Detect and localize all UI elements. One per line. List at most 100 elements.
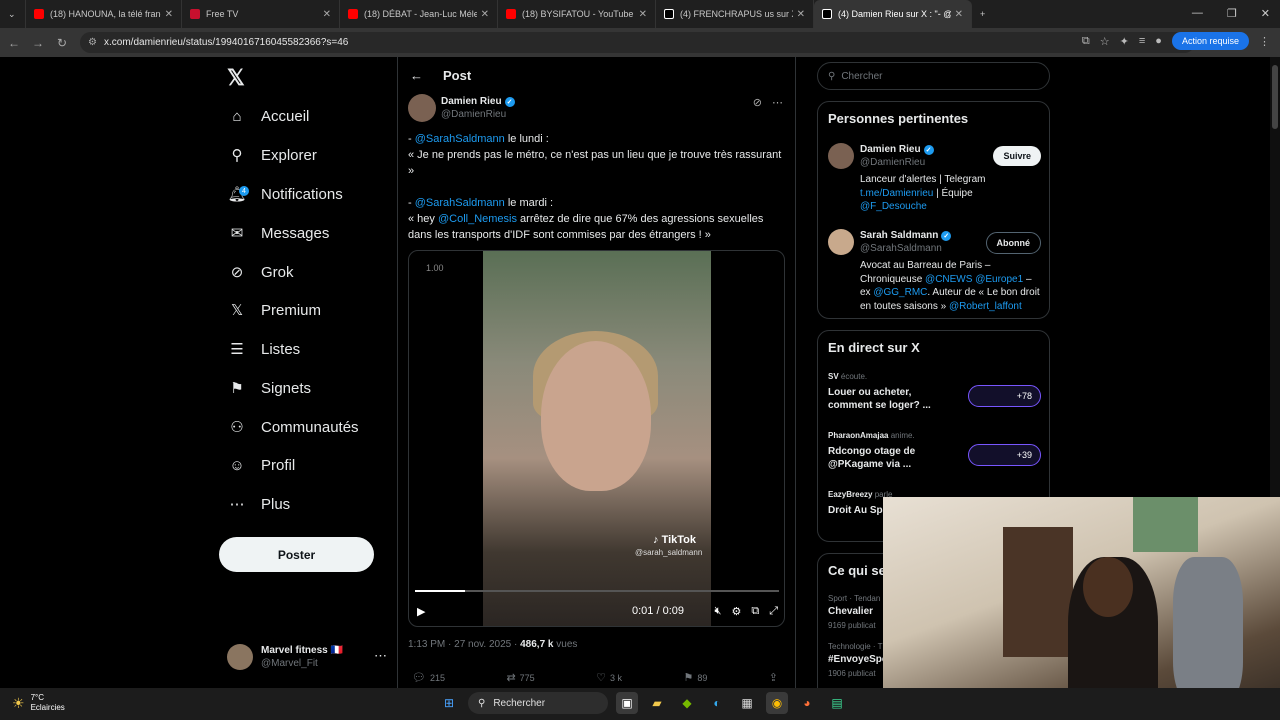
taskbar-search[interactable]: ⚲ Rechercher	[468, 692, 608, 714]
live-listeners-pill[interactable]: +78	[968, 385, 1041, 407]
search-input[interactable]: ⚲ Chercher	[817, 62, 1050, 90]
post-header: ← Post	[410, 67, 471, 83]
site-info-icon[interactable]: ⚙	[88, 37, 97, 48]
close-icon[interactable]: ✕	[481, 9, 489, 20]
x-logo-icon[interactable]: 𝕏	[227, 65, 245, 91]
extensions-icon[interactable]: ✦	[1120, 35, 1129, 48]
mention-link[interactable]: @Coll_Nemesis	[438, 213, 517, 225]
video-frame[interactable]: ♪ TikTok @sarah_saldmann	[483, 251, 711, 626]
store-icon[interactable]: ▦	[736, 692, 758, 714]
weather-widget[interactable]: ☀ 7°C Eclaircies	[12, 693, 65, 713]
browser-tab[interactable]: Free TV ✕	[182, 0, 340, 28]
nav-item-communautes[interactable]: ⚇ Communautés	[227, 412, 358, 442]
live-listeners-pill[interactable]: +39	[968, 444, 1041, 466]
action-required-button[interactable]: Action requise	[1171, 32, 1249, 50]
communities-icon: ⚇	[230, 419, 244, 436]
tweet-meta: 1:13 PM · 27 nov. 2025 · 486,7 k vues	[408, 639, 578, 650]
browser-tab-active[interactable]: (4) Damien Rieu sur X : "- @Sa ✕	[814, 0, 972, 28]
author-avatar[interactable]	[408, 94, 436, 122]
more-icon[interactable]: ⋯	[772, 96, 783, 109]
new-tab-button[interactable]: +	[972, 0, 998, 28]
app-icon[interactable]: ▤	[826, 692, 848, 714]
relevant-people-card: Personnes pertinentes Damien Rieu ✓ @Dami…	[817, 101, 1050, 319]
x-premium-icon: 𝕏	[230, 302, 244, 319]
video-progress-bar[interactable]	[415, 590, 779, 592]
grok-icon[interactable]: ⊘	[753, 96, 762, 109]
close-icon[interactable]: ✕	[323, 9, 331, 20]
maximize-icon[interactable]: ❐	[1227, 7, 1237, 20]
browser-tab[interactable]: (4) FRENCHRAPUS us sur X : " ✕	[656, 0, 814, 28]
account-switcher[interactable]: Marvel fitness 🇫🇷 @Marvel_Fit ⋯	[227, 642, 387, 672]
scrollbar-thumb[interactable]	[1272, 65, 1278, 129]
account-handle: @Marvel_Fit	[261, 658, 318, 669]
account-name: Marvel fitness 🇫🇷	[261, 645, 343, 656]
bookmark-button[interactable]: ⚑ 89	[683, 671, 707, 684]
close-icon[interactable]: ✕	[955, 9, 963, 20]
play-icon[interactable]: ▶	[417, 605, 425, 618]
minimize-icon[interactable]: —	[1192, 7, 1203, 20]
edge-icon[interactable]: ◐	[706, 692, 728, 714]
task-view-icon[interactable]: ▣	[616, 692, 638, 714]
browser-tab[interactable]: (18) BYSIFATOU - YouTube ✕	[498, 0, 656, 28]
repost-button[interactable]: ⇄ 775	[506, 671, 534, 684]
tweet-actions: 💬︎ 215 ⇄ 775 ♡ 3 k ⚑ 89 ⇪	[412, 671, 782, 684]
browser-tab[interactable]: (18) HANOUNA, la télé français ✕	[26, 0, 182, 28]
follow-button[interactable]: Suivre	[993, 146, 1041, 166]
more-icon[interactable]: ⋯	[374, 648, 387, 664]
taskbar-apps: ⊞ ⚲ Rechercher ▣ ▰ ◆ ◐ ▦ ◉ ◕ ▤	[438, 692, 848, 714]
mute-icon[interactable]: 🔇︎	[715, 605, 722, 618]
search-icon: ⚲	[478, 697, 486, 709]
like-button[interactable]: ♡ 3 k	[596, 671, 622, 684]
profile-icon[interactable]: ●	[1155, 35, 1162, 47]
nav-item-messages[interactable]: ✉ Messages	[227, 218, 330, 248]
author-name[interactable]: Damien Rieu ✓	[441, 96, 515, 107]
live-item[interactable]: SV écoute. Louer ou acheter, comment se …	[828, 372, 1041, 412]
mention-link[interactable]: @SarahSaldmann	[415, 197, 505, 209]
settings-icon[interactable]: ⚙	[731, 605, 741, 618]
browser-tab[interactable]: (18) DÉBAT - Jean-Luc Mélench ✕	[340, 0, 498, 28]
share-button[interactable]: ⇪	[769, 671, 782, 684]
nav-item-notifications[interactable]: 🔔︎ 4 Notifications	[227, 179, 342, 209]
nav-item-listes[interactable]: ☰ Listes	[227, 334, 300, 364]
close-window-icon[interactable]: ✕	[1261, 7, 1270, 20]
nav-item-plus[interactable]: ⋯ Plus	[227, 489, 291, 519]
popout-icon[interactable]: ⧉	[751, 605, 759, 618]
video-progress-fill	[415, 590, 465, 592]
grok-icon: ⊘	[230, 264, 244, 281]
tab-list-button[interactable]: ⌄	[0, 0, 26, 28]
windows-taskbar: ☀ 7°C Eclaircies ⊞ ⚲ Rechercher ▣ ▰ ◆ ◐ ▦ …	[0, 688, 1280, 720]
fullscreen-icon[interactable]: ⤢	[769, 605, 778, 618]
url-field[interactable]: ⚙ x.com/damienrieu/status/19940167160455…	[80, 32, 1195, 53]
nav-item-grok[interactable]: ⊘ Grok	[227, 257, 294, 287]
reply-button[interactable]: 💬︎ 215	[412, 671, 445, 684]
live-item[interactable]: PharaonAmajaa anime. Rdcongo otage de @P…	[828, 431, 1041, 471]
file-explorer-icon[interactable]: ▰	[646, 692, 668, 714]
menu-icon[interactable]: ⋮	[1259, 35, 1270, 48]
nav-item-accueil[interactable]: ⌂ Accueil	[227, 101, 309, 131]
windows-start-icon[interactable]: ⊞	[438, 692, 460, 714]
nav-label: Plus	[261, 495, 291, 513]
back-icon[interactable]: ←	[2, 36, 26, 50]
post-button[interactable]: Poster	[219, 537, 374, 572]
nav-item-explorer[interactable]: ⚲ Explorer	[227, 140, 317, 170]
reload-icon[interactable]: ↻	[50, 36, 74, 50]
mention-link[interactable]: @SarahSaldmann	[415, 133, 505, 145]
webcam-figure	[1173, 557, 1243, 707]
close-icon[interactable]: ✕	[165, 9, 173, 20]
video-player[interactable]: 1.00 ♪ TikTok @sarah_saldmann ▶ 0:01 / 0…	[408, 250, 785, 627]
nvidia-icon[interactable]: ◆	[676, 692, 698, 714]
nav-item-signets[interactable]: ⚑ Signets	[227, 373, 311, 403]
media-icon[interactable]: ≡	[1139, 35, 1145, 47]
close-icon[interactable]: ✕	[797, 9, 805, 20]
close-icon[interactable]: ✕	[639, 9, 647, 20]
author-handle[interactable]: @DamienRieu	[441, 109, 506, 120]
following-button[interactable]: Abonné	[985, 232, 1041, 254]
chrome-icon[interactable]: ◉	[766, 692, 788, 714]
nav-item-profil[interactable]: ☺ Profil	[227, 450, 295, 480]
bookmark-star-icon[interactable]: ☆	[1100, 35, 1110, 48]
back-arrow-icon[interactable]: ←	[410, 68, 423, 83]
install-icon[interactable]: ⧉	[1082, 35, 1090, 48]
forward-icon[interactable]: →	[26, 36, 50, 50]
nav-item-premium[interactable]: 𝕏 Premium	[227, 295, 321, 325]
firefox-icon[interactable]: ◕	[796, 692, 818, 714]
